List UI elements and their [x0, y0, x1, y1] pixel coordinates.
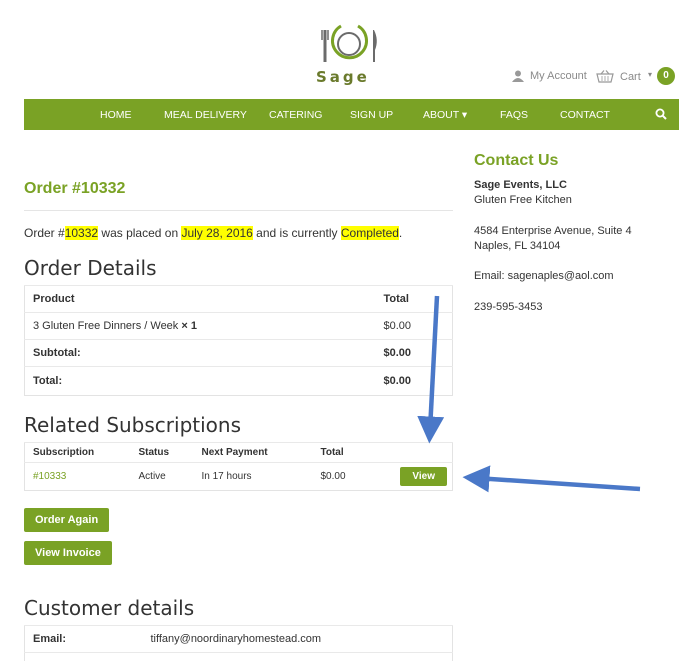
order-status-text: Order #10332 was placed on July 28, 2016…	[24, 226, 402, 240]
basket-icon	[596, 70, 614, 83]
brand-name: Sage	[316, 68, 370, 86]
user-icon	[512, 70, 524, 82]
customer-details-heading: Customer details	[24, 596, 195, 620]
empty-cell	[142, 652, 453, 661]
main-nav: HOME MEAL DELIVERY CATERING SIGN UP ABOU…	[24, 99, 679, 130]
cart-link[interactable]: Cart	[596, 70, 641, 83]
product-qty: × 1	[181, 320, 197, 332]
address-line-1: 4584 Enterprise Avenue, Suite 4	[474, 225, 632, 237]
nav-sign-up[interactable]: SIGN UP	[350, 109, 393, 121]
subscription-total: $0.00	[312, 462, 391, 491]
related-subscriptions-heading: Related Subscriptions	[24, 413, 242, 437]
total-value: $0.00	[375, 366, 453, 396]
company-name: Sage Events, LLC	[474, 179, 567, 191]
customer-details-table: Email: tiffany@noordinaryhomestead.com	[24, 625, 453, 661]
view-invoice-button[interactable]: View Invoice	[24, 541, 112, 565]
arrow-left	[462, 465, 641, 493]
table-row: Total: $0.00	[24, 366, 453, 396]
company-tagline: Gluten Free Kitchen	[474, 194, 572, 206]
order-date: July 28, 2016	[181, 226, 253, 240]
nav-about-label: ABOUT	[423, 109, 459, 121]
search-icon[interactable]	[655, 108, 667, 120]
table-row: Email: tiffany@noordinaryhomestead.com	[24, 625, 453, 653]
col-next-payment: Next Payment	[193, 442, 313, 463]
col-product: Product	[24, 285, 376, 313]
view-subscription-button[interactable]: View	[400, 467, 447, 486]
subscription-next-payment: In 17 hours	[193, 462, 313, 491]
col-total: Total	[375, 285, 453, 313]
subscriptions-table: Subscription Status Next Payment Total #…	[24, 442, 453, 491]
cart-count-badge: 0	[657, 67, 675, 85]
table-row	[24, 652, 453, 661]
empty-cell	[24, 652, 143, 661]
email-label: Email:	[24, 625, 143, 653]
col-subscription: Subscription	[24, 442, 131, 463]
total-label: Total:	[24, 366, 376, 396]
nav-home[interactable]: HOME	[100, 109, 132, 121]
product-cell: 3 Gluten Free Dinners / Week × 1	[24, 312, 376, 340]
order-title: Order #10332	[24, 180, 126, 197]
nav-about[interactable]: ABOUT ▾	[423, 109, 467, 121]
divider	[24, 210, 453, 211]
my-account-link[interactable]: My Account	[512, 70, 587, 82]
order-details-table: Product Total 3 Gluten Free Dinners / We…	[24, 285, 453, 396]
nav-contact[interactable]: CONTACT	[560, 109, 610, 121]
subtotal-label: Subtotal:	[24, 339, 376, 367]
status-text: .	[398, 226, 403, 240]
caret-down-icon: ▾	[648, 70, 653, 79]
order-details-heading: Order Details	[24, 256, 157, 280]
contact-phone: 239-595-3453	[474, 301, 543, 313]
order-again-button[interactable]: Order Again	[24, 508, 110, 532]
caret-down-icon: ▾	[461, 109, 468, 121]
item-total: $0.00	[375, 312, 453, 340]
product-name[interactable]: 3 Gluten Free Dinners / Week	[33, 320, 178, 332]
contact-us-heading: Contact Us	[474, 152, 559, 169]
col-total: Total	[312, 442, 391, 463]
table-row: Subtotal: $0.00	[24, 339, 453, 367]
status-text: and is currently	[252, 226, 341, 240]
address-line-2: Naples, FL 34104	[474, 240, 561, 252]
order-state: Completed	[340, 226, 399, 240]
nav-meal-delivery[interactable]: MEAL DELIVERY	[164, 109, 247, 121]
col-action	[390, 442, 453, 463]
status-text: was placed on	[98, 226, 182, 240]
status-prefix: Order #	[24, 226, 65, 240]
my-account-label: My Account	[530, 70, 587, 82]
table-row: #10333 Active In 17 hours $0.00 View	[24, 462, 453, 491]
subscription-status: Active	[130, 462, 194, 491]
cart-label: Cart	[620, 70, 641, 83]
nav-faqs[interactable]: FAQS	[500, 109, 528, 121]
table-row: 3 Gluten Free Dinners / Week × 1 $0.00	[24, 312, 453, 340]
action-cell: View	[390, 462, 453, 491]
email-value: tiffany@noordinaryhomestead.com	[142, 625, 453, 653]
subtotal-value: $0.00	[375, 339, 453, 367]
order-number: 10332	[64, 226, 99, 240]
col-status: Status	[130, 442, 194, 463]
nav-catering[interactable]: CATERING	[269, 109, 322, 121]
subscription-link[interactable]: #10333	[24, 462, 131, 491]
contact-email: Email: sagenaples@aol.com	[474, 270, 614, 282]
